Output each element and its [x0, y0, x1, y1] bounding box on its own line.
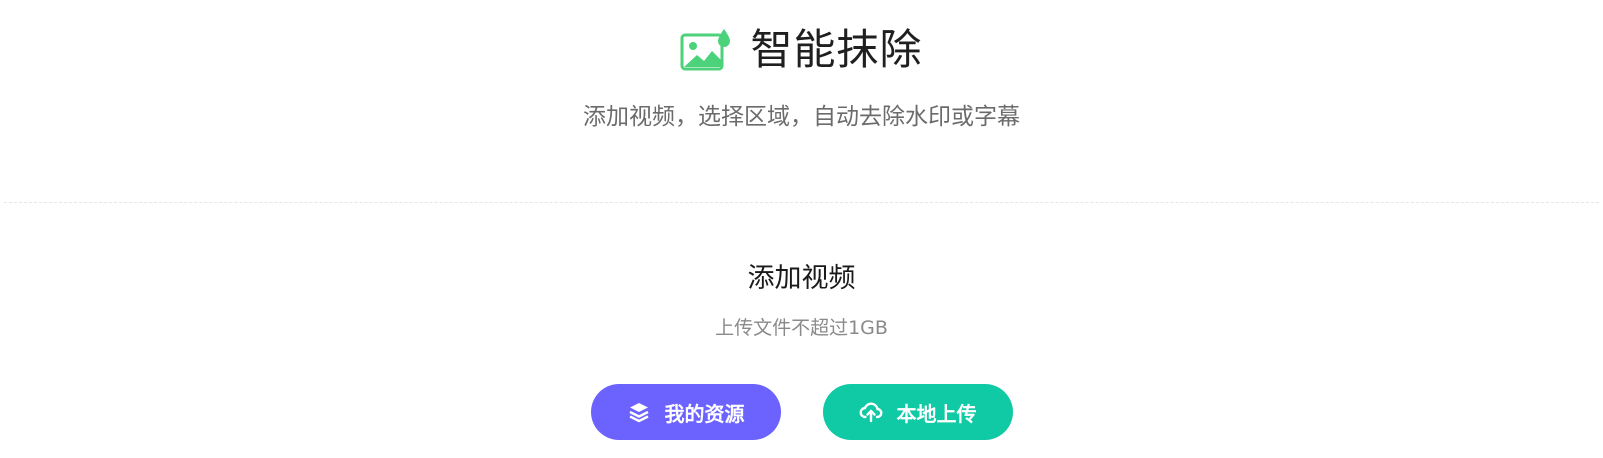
layers-icon	[627, 400, 651, 424]
my-resources-button[interactable]: 我的资源	[590, 384, 781, 440]
image-drop-icon	[680, 27, 731, 73]
my-resources-label: 我的资源	[664, 401, 745, 426]
title-row: 智能抹除	[0, 22, 1603, 78]
action-buttons: 我的资源 本地上传	[0, 384, 1603, 440]
local-upload-label: 本地上传	[896, 401, 977, 426]
cloud-upload-icon	[859, 400, 883, 424]
section-divider	[4, 202, 1599, 203]
local-upload-button[interactable]: 本地上传	[822, 384, 1013, 440]
add-video-title: 添加视频	[747, 263, 856, 294]
page-title: 智能抹除	[750, 25, 923, 74]
upload-size-hint: 上传文件不超过1GB	[715, 317, 888, 339]
page-subtitle: 添加视频，选择区域，自动去除水印或字幕	[583, 104, 1020, 130]
page-header: 智能抹除 添加视频，选择区域，自动去除水印或字幕	[0, 0, 1603, 200]
